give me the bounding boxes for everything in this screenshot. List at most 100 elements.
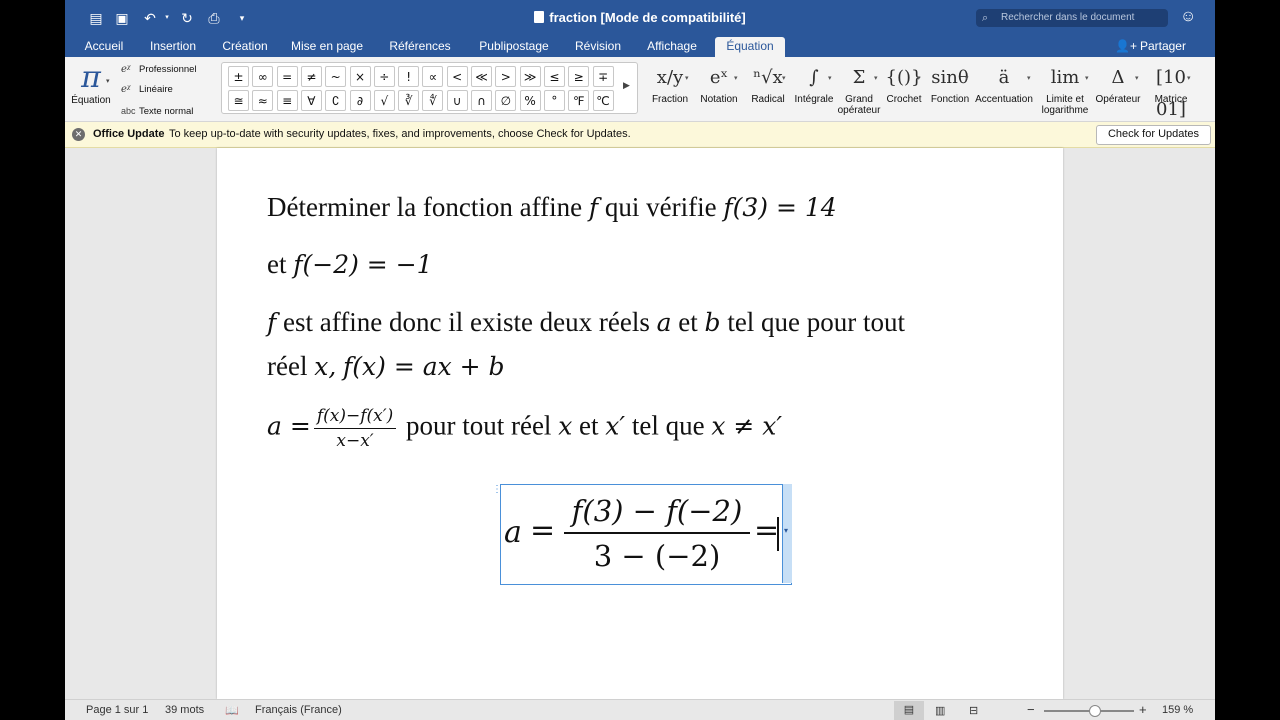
symbol-button[interactable]: ± <box>228 66 249 87</box>
feedback-icon[interactable]: ☺ <box>1180 8 1196 26</box>
symbol-button[interactable]: ℉ <box>568 90 590 111</box>
structure-button[interactable]: eˣ ▾ Notation <box>696 62 742 120</box>
document-page[interactable]: Déterminer la fonction affine f qui véri… <box>217 148 1063 699</box>
symbol-button[interactable]: ° <box>543 90 565 111</box>
chevron-down-icon: ▾ <box>685 75 689 82</box>
proofing-icon[interactable]: 📖 <box>225 704 239 717</box>
tab-accueil[interactable]: Accueil <box>77 37 131 57</box>
symbol-button[interactable]: ≈ <box>252 90 274 111</box>
symbol-button[interactable]: ∅ <box>495 90 517 111</box>
web-layout-icon[interactable]: ▥ <box>935 704 945 717</box>
gallery-more-icon[interactable]: ▶ <box>623 80 630 91</box>
symbol-button[interactable]: > <box>495 66 517 87</box>
symbol-button[interactable]: ! <box>398 66 420 87</box>
symbol-button[interactable]: ∂ <box>349 90 371 111</box>
tab-affichage[interactable]: Affichage <box>639 37 705 57</box>
symbol-button[interactable]: ∁ <box>325 90 347 111</box>
normal-text-icon: abc <box>121 106 136 116</box>
format-texte-normal[interactable]: abc Texte normal <box>121 102 193 120</box>
symbol-button[interactable]: ≪ <box>471 66 492 87</box>
structure-button[interactable]: Δ ▾ Opérateur <box>1093 62 1143 120</box>
structure-button[interactable]: x/y ▾ Fraction <box>647 62 693 120</box>
tab-revision[interactable]: Révision <box>568 37 628 57</box>
fraction-numerator: f(x)−f(x′) <box>313 405 397 429</box>
symbol-button[interactable]: % <box>519 90 541 111</box>
structure-button[interactable]: ä ▾ Accentuation <box>973 62 1035 120</box>
chevron-down-icon: ▾ <box>734 75 738 82</box>
display-fraction: f(3) − f(−2) 3 − (−2) <box>564 490 750 576</box>
display-denominator: 3 − (−2) <box>593 539 721 573</box>
math-x: x <box>558 411 573 441</box>
tab-equation[interactable]: Équation <box>715 37 785 57</box>
symbol-button[interactable]: ≥ <box>568 66 590 87</box>
text-cursor <box>777 517 779 551</box>
symbol-button[interactable]: ∛ <box>398 90 420 111</box>
symbol-button[interactable]: ≫ <box>519 66 541 87</box>
word-count[interactable]: 39 mots <box>165 704 204 716</box>
symbol-gallery: ± ∞ = ≠ ~ × ÷! ∝ < ≪ > ≫ ≤ ≥ ∓ ≅ ≈ ≡ ∀ ∁ ∂ √ ∛ ∜ ∪ ∩ ∅% ° ℉ ℃ <box>221 62 638 114</box>
text-run: réel <box>267 351 308 381</box>
ribbon-tabs: Accueil Insertion Création Mise en page … <box>65 37 1215 57</box>
symbol-button[interactable]: ≠ <box>300 66 322 87</box>
tab-insertion[interactable]: Insertion <box>142 37 204 57</box>
equation-trailing-equals: = <box>754 513 780 548</box>
symbol-button[interactable]: √ <box>373 90 395 111</box>
zoom-slider-thumb[interactable] <box>1089 705 1101 717</box>
professional-format-icon: eᵡ <box>121 64 131 75</box>
zoom-in-button[interactable]: + <box>1139 702 1147 717</box>
structure-label: Radical <box>751 94 785 105</box>
chevron-down-icon: ▾ <box>106 78 110 85</box>
office-update-bar: ✕ Office Update To keep up-to-date with … <box>65 122 1215 148</box>
symbol-button[interactable]: ≡ <box>276 90 298 111</box>
paragraph-5: a = f(x)−f(x′) x−x′ pour tout réel x et x′… <box>267 405 782 452</box>
structure-label: Opérateur <box>1095 94 1141 105</box>
structure-button[interactable]: ⁿ√x ▾ Radical <box>746 62 790 120</box>
math-equation: f(3) = 14 <box>723 193 837 222</box>
symbol-button[interactable]: ∩ <box>471 90 492 111</box>
symbol-button[interactable]: ∜ <box>422 90 444 111</box>
tab-publipostage[interactable]: Publipostage <box>469 37 559 57</box>
dismiss-icon[interactable]: ✕ <box>72 128 85 141</box>
text-run: pour tout réel <box>405 410 552 441</box>
format-professionnel[interactable]: eᵡ Professionnel <box>121 61 197 79</box>
share-button[interactable]: 👤+ Partager <box>1115 37 1186 57</box>
structure-button[interactable]: [10 01] ▾ Matrice <box>1147 62 1195 120</box>
symbol-button[interactable]: ∝ <box>422 66 444 87</box>
zoom-level[interactable]: 159 % <box>1162 704 1193 716</box>
tab-mise-en-page[interactable]: Mise en page <box>287 37 367 57</box>
insert-equation-button[interactable]: π ▾ Équation <box>69 61 113 115</box>
structure-button[interactable]: {()} ▾ Crochet <box>883 62 925 120</box>
symbol-button[interactable]: < <box>446 66 468 87</box>
symbol-button[interactable]: ℃ <box>592 90 614 111</box>
structure-button[interactable]: sinθ ▾ Fonction <box>927 62 973 120</box>
equation-editor[interactable]: ⋮ a = f(3) − f(−2) 3 − (−2) = ▾ <box>492 484 792 585</box>
symbol-button[interactable]: ∪ <box>446 90 468 111</box>
equation-handle-icon[interactable]: ⋮ <box>492 483 502 497</box>
fraction-denominator: x−x′ <box>336 431 374 451</box>
language-indicator[interactable]: Français (France) <box>255 704 342 716</box>
symbol-button[interactable]: ≅ <box>228 90 249 111</box>
symbol-button[interactable]: ∀ <box>300 90 322 111</box>
symbol-button[interactable]: ÷ <box>373 66 395 87</box>
structure-button[interactable]: ∫ ▾ Intégrale <box>792 62 836 120</box>
symbol-button[interactable]: ∓ <box>592 66 614 87</box>
focus-mode-icon[interactable]: ⊟ <box>969 704 978 717</box>
symbol-button[interactable]: ≤ <box>543 66 565 87</box>
equation-options-tab[interactable]: ▾ <box>782 484 792 583</box>
symbol-button[interactable]: ∞ <box>252 66 274 87</box>
symbol-button[interactable]: ~ <box>325 66 347 87</box>
zoom-out-button[interactable]: − <box>1027 702 1035 717</box>
symbol-button[interactable]: × <box>349 66 371 87</box>
structure-button[interactable]: Σ ▾ Grand opérateur <box>836 62 882 120</box>
page-count[interactable]: Page 1 sur 1 <box>86 704 148 716</box>
print-layout-icon[interactable]: ▤ <box>894 701 924 720</box>
paragraph-4: réel x, f(x) = ax + b <box>267 351 505 382</box>
tab-references[interactable]: Références <box>384 37 456 57</box>
structure-label: Accentuation <box>975 94 1033 105</box>
structure-button[interactable]: lim ▾ Limite et logarithme <box>1037 62 1093 120</box>
symbol-button[interactable]: = <box>276 66 298 87</box>
check-for-updates-button[interactable]: Check for Updates <box>1096 125 1211 145</box>
tab-creation[interactable]: Création <box>214 37 276 57</box>
format-lineaire[interactable]: eᵡ Linéaire <box>121 81 173 99</box>
search-box[interactable]: ⌕ Rechercher dans le document <box>976 9 1168 27</box>
